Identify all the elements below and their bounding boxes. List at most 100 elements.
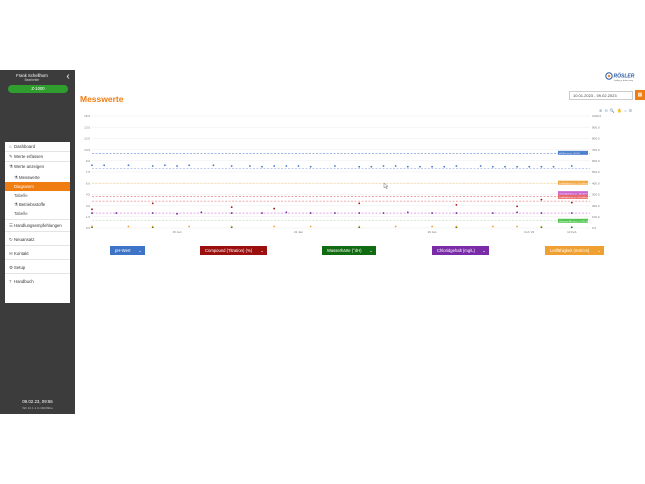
data-point [297, 165, 300, 167]
divider [5, 231, 70, 232]
y2-tick-label: 800.0 [592, 137, 600, 141]
chevron-down-icon: ⌄ [138, 248, 142, 253]
data-point [309, 212, 312, 214]
x-tick-label: 29 Jan [428, 230, 437, 234]
sidebar-item-label: Tabelle [14, 211, 28, 216]
sidebar-item-kontakt[interactable]: ✉Kontakt [5, 249, 70, 258]
data-point [394, 225, 397, 228]
device-badge[interactable]: Z-1000 [8, 85, 68, 93]
y2-tick-label: 0.0 [592, 226, 597, 230]
sidebar-item-label: Betriebsstoffe [19, 202, 46, 207]
divider [5, 259, 70, 260]
y-tick-label: 1.5 [86, 215, 91, 219]
data-point [230, 212, 233, 214]
data-point [358, 225, 361, 228]
data-point [91, 212, 93, 214]
data-point [273, 207, 276, 210]
sidebar-item-label: Dashboard [14, 144, 36, 149]
chevron-down-icon: ⌄ [482, 248, 486, 253]
sidebar-item-handbuch[interactable]: ? Handbuch [5, 277, 70, 286]
data-point [406, 165, 409, 168]
y-tick-label: 7.5 [86, 170, 91, 174]
data-point [358, 212, 361, 214]
sidebar-item-diagramm[interactable]: Diagramm [5, 182, 70, 191]
data-point [491, 212, 494, 214]
data-point [261, 165, 263, 168]
sidebar-item-tabelle[interactable]: Tabelle [5, 191, 70, 200]
data-point [230, 225, 233, 228]
user-role: Bearbeiter [24, 78, 40, 82]
data-point [358, 202, 361, 205]
data-point [163, 164, 166, 167]
legend-compound[interactable]: Compound (Titration) (%) ⌄ [200, 246, 267, 255]
sidebar-item-label: Handbuch [14, 279, 34, 284]
y-tick-label: 0.0 [86, 226, 91, 230]
page-title: Messwerte [80, 94, 124, 104]
data-point [552, 165, 555, 168]
data-point [309, 225, 312, 228]
sidebar-item-label: Diagramm [14, 184, 34, 189]
y2-tick-label: 900.0 [592, 125, 600, 129]
sidebar-item-werte-erfassen[interactable]: ✎Werte erfassen [5, 152, 70, 161]
main-content: RÖSLER finding a better way Messwerte 10… [75, 70, 645, 414]
sidebar-item-label: Werte erfassen [14, 154, 44, 159]
sidebar-item-dashboard[interactable]: ⌂ Dashboard [5, 142, 70, 151]
divider [5, 273, 70, 274]
y2-tick-label: 300.0 [592, 193, 600, 197]
sidebar-item-messwerte[interactable]: ⚗Messwerte [5, 173, 70, 182]
sidebar-item-handlungsempfehlungen[interactable]: ☰Handlungsempfehlungen [5, 221, 70, 230]
roesler-logo: RÖSLER finding a better way [605, 72, 635, 82]
legend-label: Leitfähigkeit (mS/cm) [550, 248, 590, 253]
divider [5, 245, 70, 246]
data-point [443, 165, 446, 168]
data-point [394, 165, 397, 167]
chevron-left-icon[interactable]: ‹ [63, 72, 73, 82]
y-tick-label: 12.0 [84, 137, 90, 141]
y2-tick-label: 700.0 [592, 148, 600, 152]
data-point [516, 211, 519, 214]
legend-ph-wert[interactable]: pH-Wert ⌄ [110, 246, 145, 255]
data-point [570, 212, 573, 214]
sidebar-item-tabelle-betriebsstoffe[interactable]: Tabelle [5, 209, 70, 218]
data-point [151, 202, 154, 205]
y2-tick-label: 200.0 [592, 204, 600, 208]
data-point [285, 211, 288, 214]
data-point [504, 165, 506, 168]
data-point [455, 212, 458, 214]
sidebar-item-label: Kontakt [14, 251, 29, 256]
data-point [516, 205, 519, 208]
sidebar-item-werte-anzeigen[interactable]: ⚗Werte anzeigen [5, 162, 70, 171]
data-point [261, 212, 263, 214]
x-tick-label: 22 Jan [294, 230, 303, 234]
data-point [455, 225, 458, 228]
calendar-icon[interactable]: ▦ [635, 90, 645, 100]
sidebar-item-betriebsstoffe[interactable]: ⚗Betriebsstoffe [5, 200, 70, 209]
data-point [540, 198, 543, 201]
legend-leitfaehigkeit[interactable]: Leitfähigkeit (mS/cm) ⌄ [545, 246, 604, 255]
data-point [91, 164, 93, 167]
legend-label: Wasserhärte (°dH) [327, 248, 362, 253]
data-point [103, 164, 106, 167]
y-tick-label: 3.0 [86, 204, 91, 208]
logo-tagline: finding a better way [614, 79, 634, 82]
chevron-down-icon: ⌄ [260, 248, 264, 253]
legend-label: Chloridgehalt (mg/L) [437, 248, 475, 253]
legend-wasserhaerte[interactable]: Wasserhärte (°dH) ⌄ [322, 246, 376, 255]
legend-chloridgehalt[interactable]: Chloridgehalt (mg/L) ⌄ [432, 246, 489, 255]
data-point [516, 165, 519, 168]
threshold-label: Chlorwert Min (x.x) - 1.720 °dH [559, 220, 589, 223]
data-point [540, 225, 543, 228]
sidebar-item-label: Tabelle [14, 193, 28, 198]
sidebar-item-neuansatz[interactable]: ↻Neuansatz [5, 235, 70, 244]
chevron-down-icon: ⌄ [597, 248, 601, 253]
sidebar-item-setup[interactable]: ⚙Setup [5, 263, 70, 272]
data-point [200, 211, 203, 214]
sidebar-item-label: Messwerte [19, 175, 40, 180]
y-tick-label: 9.0 [86, 159, 91, 163]
user-info[interactable]: Frank Schellhorn Bearbeiter [2, 73, 62, 83]
threshold-label: Leitfähigkeit (x.x) - 3.0 mS/cm [559, 196, 588, 199]
date-range-input[interactable]: 10.01.2023 - 09.02.2023 [569, 91, 633, 100]
data-point [570, 201, 573, 204]
sidebar-item-label: Werte anzeigen [14, 164, 45, 169]
legend-label: pH-Wert [115, 248, 131, 253]
